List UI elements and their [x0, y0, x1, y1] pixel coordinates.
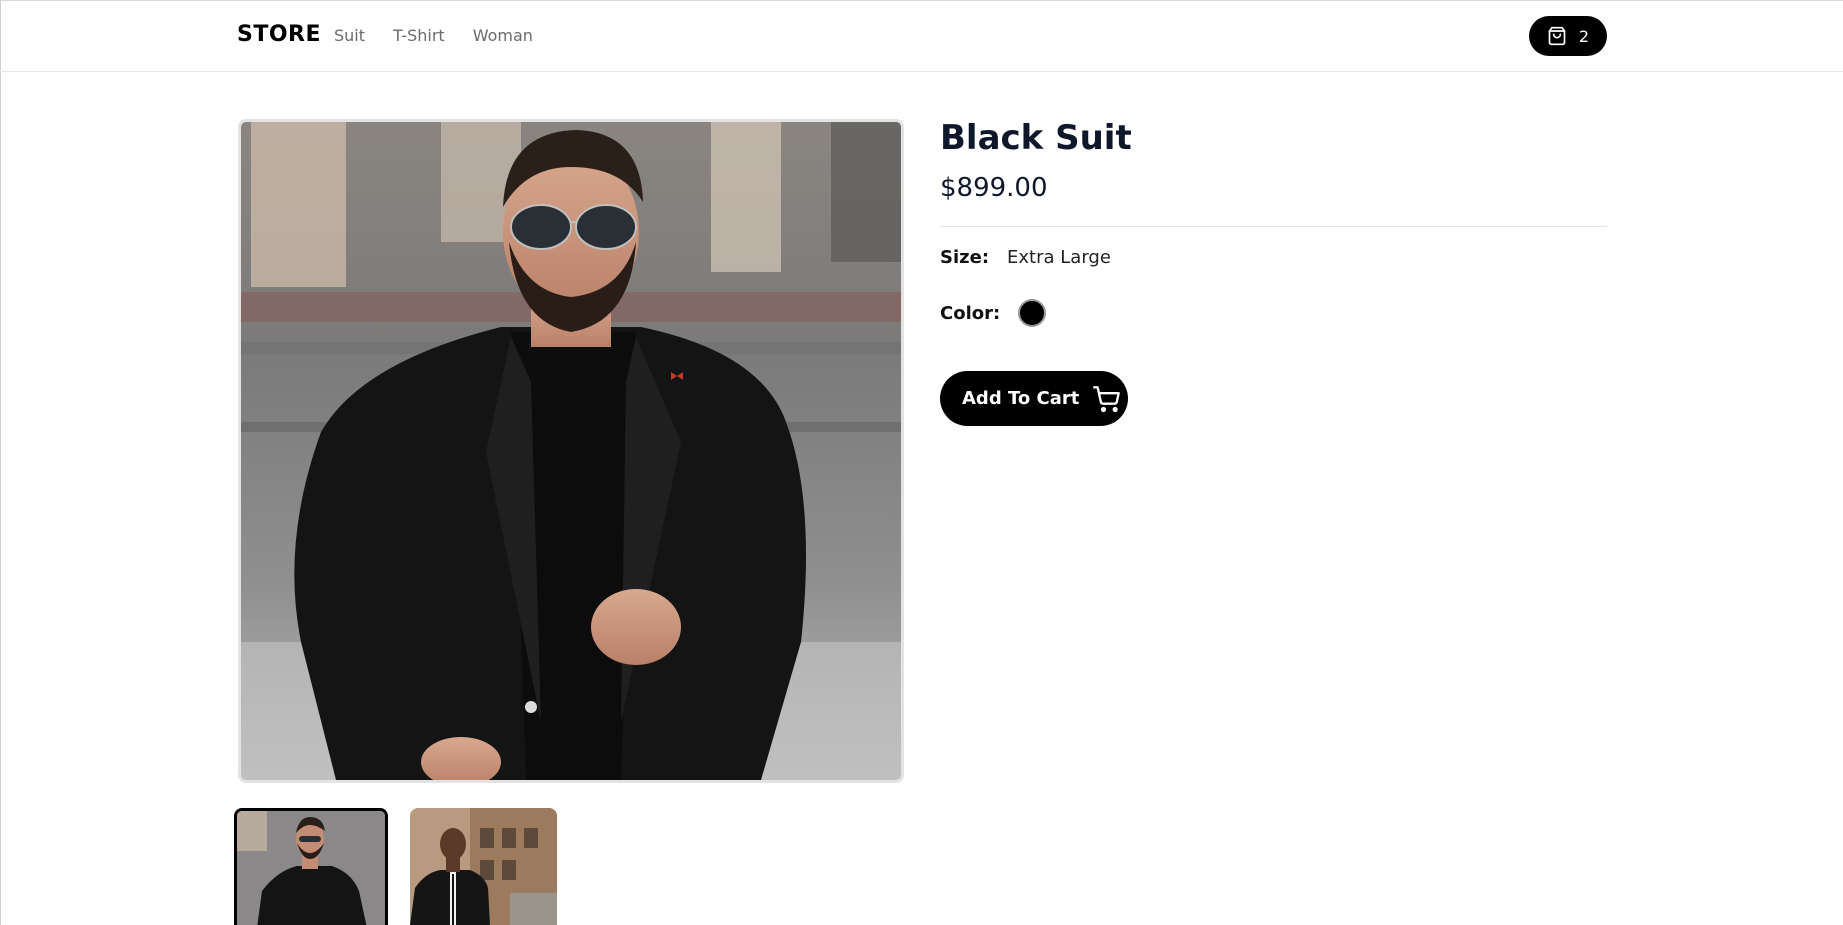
cart-count: 2	[1578, 26, 1590, 46]
color-row: Color:	[940, 299, 1047, 327]
nav-link-woman[interactable]: Woman	[473, 26, 533, 45]
thumbnail-2[interactable]	[410, 808, 557, 925]
thumbnail-photo-1	[237, 811, 385, 925]
size-row: Size: Extra Large	[940, 247, 1111, 268]
cart-button[interactable]: 2	[1529, 16, 1607, 56]
add-to-cart-label: Add To Cart	[962, 388, 1080, 409]
product-main-image	[238, 119, 904, 783]
store-logo[interactable]: STORE	[237, 22, 321, 47]
add-to-cart-button[interactable]: Add To Cart	[940, 371, 1128, 426]
color-label: Color:	[940, 302, 1001, 324]
thumbnail-1-selected[interactable]	[234, 808, 388, 925]
main-nav: Suit T-Shirt Woman	[334, 26, 533, 45]
divider	[940, 226, 1607, 227]
nav-link-suit[interactable]: Suit	[334, 26, 365, 45]
size-value: Extra Large	[1007, 247, 1111, 268]
color-swatch-black[interactable]	[1018, 299, 1047, 327]
site-header: STORE Suit T-Shirt Woman 2	[0, 0, 1843, 72]
size-label: Size:	[940, 247, 990, 268]
product-title: Black Suit	[940, 118, 1132, 158]
thumbnail-photo-2	[410, 808, 557, 925]
nav-link-tshirt[interactable]: T-Shirt	[393, 26, 445, 45]
shopping-cart-icon	[1093, 385, 1121, 412]
product-price: $899.00	[940, 173, 1048, 203]
product-photo	[241, 122, 901, 780]
shopping-bag-icon	[1548, 26, 1566, 46]
